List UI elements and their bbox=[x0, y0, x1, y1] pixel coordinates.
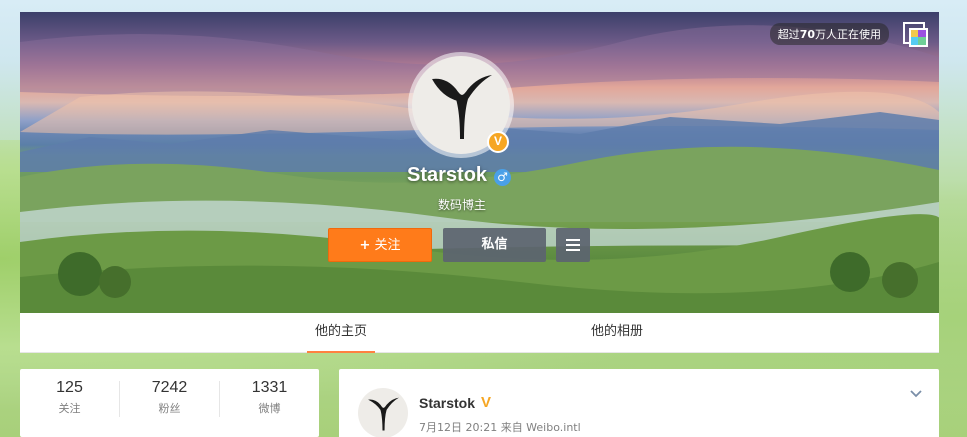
usage-count: 70 bbox=[799, 28, 815, 41]
usage-count-badge: 超过70万人正在使用 bbox=[769, 23, 889, 45]
more-menu-button[interactable] bbox=[556, 228, 590, 262]
follow-label: 关注 bbox=[374, 238, 401, 253]
stat-posts-label: 微博 bbox=[258, 402, 281, 415]
tab-home[interactable]: 他的主页 bbox=[307, 313, 375, 353]
plus-icon: + bbox=[359, 238, 371, 253]
feed-post-meta: 7月12日 20:21 来自 Weibo.intl bbox=[419, 421, 581, 434]
usage-suffix: 万人正在使用 bbox=[815, 28, 881, 41]
verified-badge-icon: V bbox=[487, 131, 509, 153]
verified-v-icon: V bbox=[481, 394, 492, 411]
feed-author-name[interactable]: Starstok bbox=[419, 395, 475, 411]
stat-following-count: 125 bbox=[56, 379, 83, 396]
feed-author-avatar[interactable] bbox=[358, 388, 408, 437]
stat-following-label: 关注 bbox=[58, 402, 81, 415]
male-gender-icon: ♂ bbox=[494, 169, 511, 186]
stat-posts-count: 1331 bbox=[251, 379, 288, 396]
stat-followers-label: 粉丝 bbox=[158, 402, 181, 415]
skin-palette-icon[interactable] bbox=[903, 22, 929, 48]
profile-name: Starstok bbox=[407, 164, 488, 186]
stat-followers-count: 7242 bbox=[151, 379, 188, 396]
feed-post-card: Starstok V 7月12日 20:21 来自 Weibo.intl bbox=[339, 369, 939, 437]
menu-icon bbox=[566, 239, 580, 241]
stat-following[interactable]: 125 关注 bbox=[20, 379, 119, 416]
whale-tail-logo bbox=[368, 397, 399, 431]
whale-tail-logo bbox=[432, 75, 492, 139]
stat-followers[interactable]: 7242 粉丝 bbox=[120, 379, 219, 416]
tab-album[interactable]: 他的相册 bbox=[580, 313, 654, 353]
stats-card: 125 关注 7242 粉丝 1331 微博 bbox=[20, 369, 319, 437]
message-button[interactable]: 私信 bbox=[443, 228, 546, 262]
profile-tab-bar: 他的主页 他的相册 bbox=[20, 313, 939, 353]
chevron-down-icon[interactable] bbox=[909, 386, 923, 400]
follow-button[interactable]: + 关注 bbox=[328, 228, 432, 262]
profile-description: 数码博主 bbox=[437, 198, 486, 212]
stat-posts[interactable]: 1331 微博 bbox=[220, 379, 319, 416]
usage-prefix: 超过 bbox=[777, 28, 800, 41]
